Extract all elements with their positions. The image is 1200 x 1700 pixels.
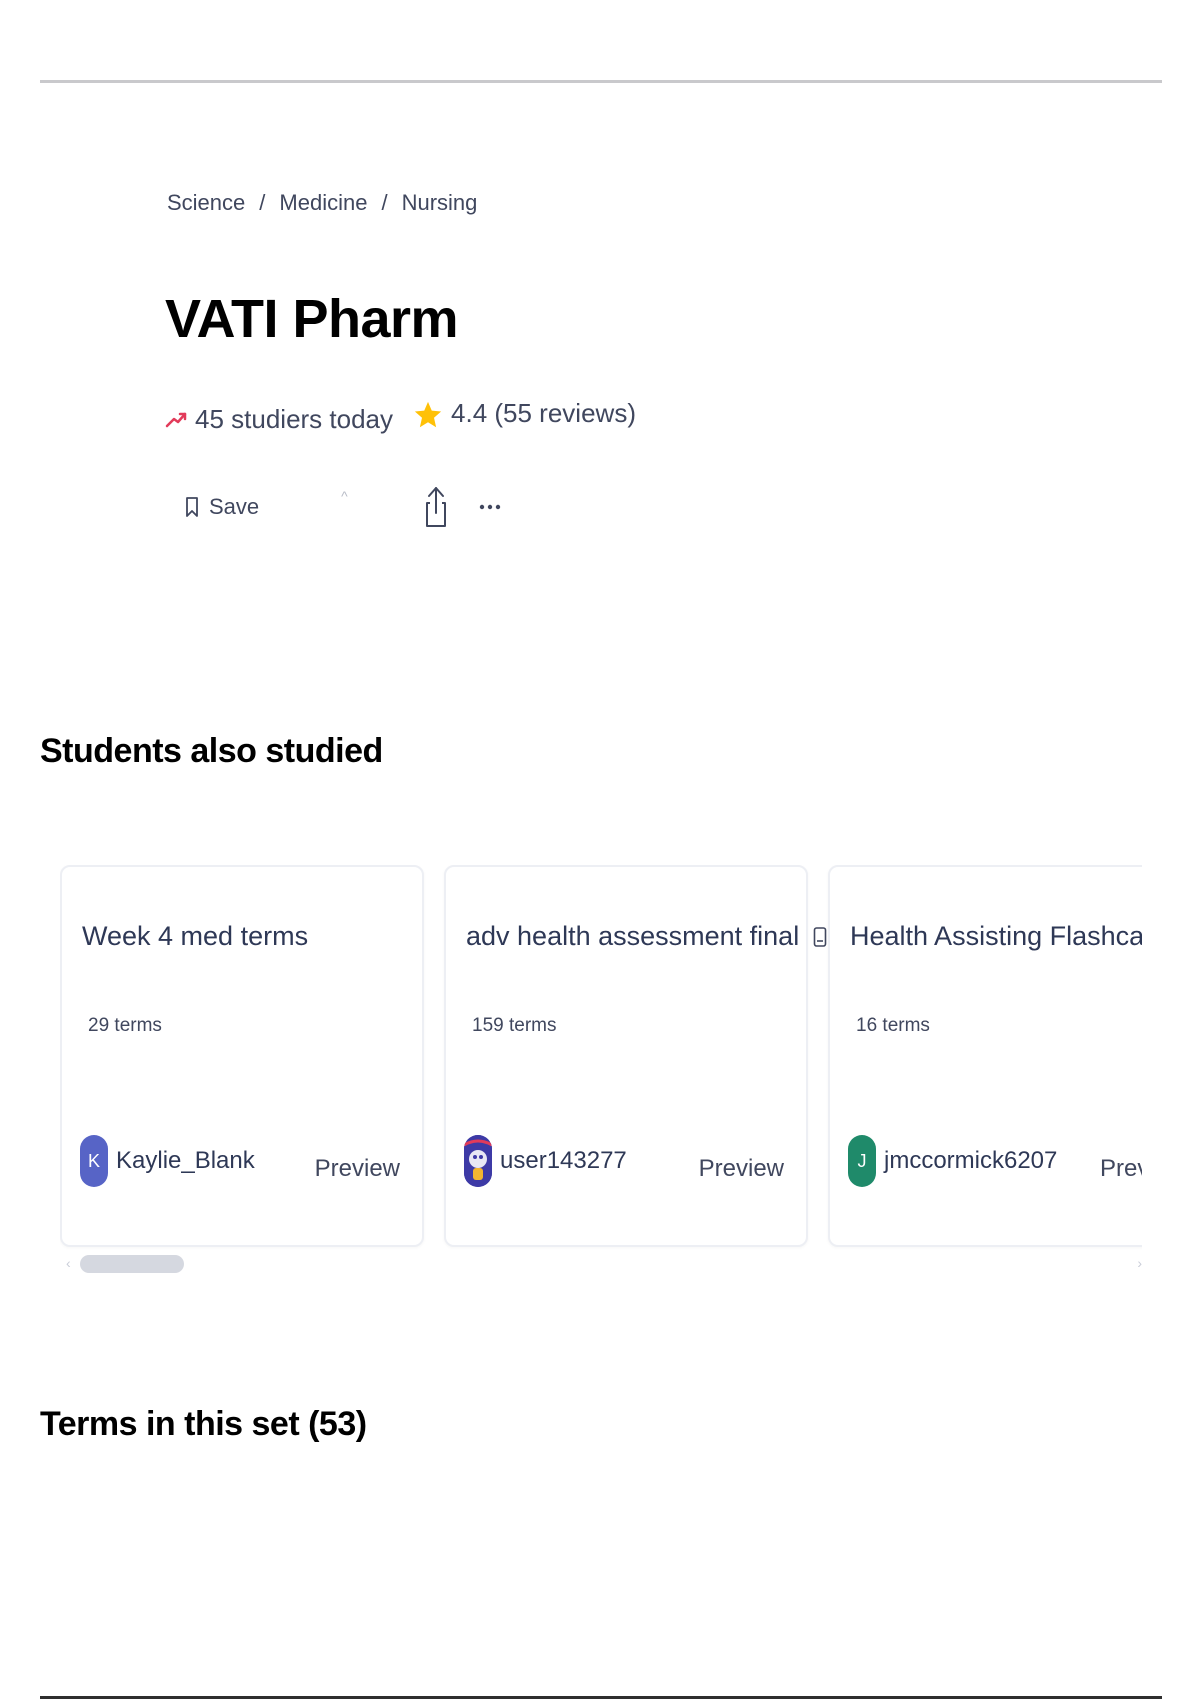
card-term-count: 159 terms [472,1015,557,1036]
save-button[interactable]: Save [185,494,259,520]
card-author[interactable]: jmccormick6207 [884,1147,1057,1175]
card-title: Health Assisting Flashcards Chapte [850,921,1142,951]
avatar-image [464,1135,492,1187]
card-title: adv health assessment final [466,921,827,952]
card-footer: J jmccormick6207 Previe [848,1135,1142,1187]
avatar [464,1135,492,1187]
share-button[interactable] [424,485,448,529]
breadcrumb-separator: / [259,190,266,215]
action-bar: Save ^ [185,485,502,529]
card-author[interactable]: user143277 [500,1147,627,1175]
card-author[interactable]: Kaylie_Blank [116,1147,255,1175]
more-icon [479,504,500,510]
rating-link[interactable]: 4.4 (55 reviews) [451,398,636,429]
preview-button[interactable]: Preview [699,1155,784,1183]
breadcrumb-separator: / [381,190,388,215]
star-icon [414,401,442,428]
trend-up-icon [165,412,187,428]
study-set-card[interactable]: adv health assessment final 159 terms us… [444,865,827,1247]
bookmark-icon [186,497,198,517]
bottom-divider [40,1696,1162,1699]
caret-up-icon: ^ [341,488,348,504]
study-set-card[interactable]: Health Assisting Flashcards Chapte 16 te… [828,865,1142,1247]
studiers-count: 45 studiers today [195,403,394,434]
breadcrumb-nursing[interactable]: Nursing [402,190,478,216]
preview-button[interactable]: Previe [1100,1155,1142,1183]
more-options-button[interactable] [478,502,502,512]
save-label: Save [209,494,260,519]
card-footer: K Kaylie_Blank Preview [80,1135,400,1187]
scrollbar-thumb[interactable] [80,1255,184,1273]
document-icon [813,926,827,947]
top-divider [40,80,1162,83]
share-icon [425,487,446,527]
carousel-scrollbar[interactable]: ‹ › [66,1255,1142,1273]
breadcrumb: Science / Medicine / Nursing [167,190,477,216]
scroll-left-icon[interactable]: ‹ [66,1255,71,1271]
students-also-studied-heading: Students also studied [40,732,383,770]
card-title: Week 4 med terms [82,921,309,951]
avatar: K [80,1135,108,1187]
card-term-count: 16 terms [856,1015,930,1036]
page-title: VATI Pharm [165,289,459,349]
set-stats: 45 studiers today 4.4 (55 reviews) [165,398,636,438]
preview-button[interactable]: Preview [315,1155,400,1183]
avatar: J [848,1135,876,1187]
study-set-card[interactable]: Week 4 med terms 29 terms K Kaylie_Blank… [60,865,424,1247]
terms-in-set-heading: Terms in this set (53) [40,1405,367,1443]
study-set-carousel: Week 4 med terms 29 terms K Kaylie_Blank… [60,865,1142,1255]
scroll-right-icon[interactable]: › [1137,1255,1142,1271]
breadcrumb-science[interactable]: Science [167,190,245,216]
card-footer: user143277 Preview [464,1135,784,1187]
card-term-count: 29 terms [88,1015,162,1036]
breadcrumb-medicine[interactable]: Medicine [279,190,367,216]
